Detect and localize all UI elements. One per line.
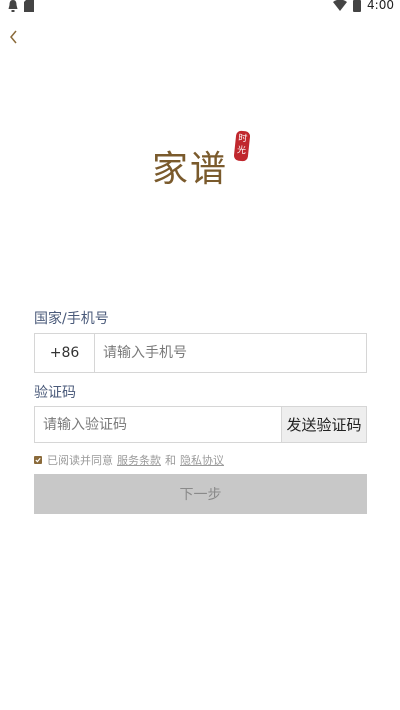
next-button[interactable]: 下一步 <box>34 474 367 514</box>
phone-label: 国家/手机号 <box>34 311 109 327</box>
app-logo: 家谱 时光 <box>150 130 251 190</box>
agree-checkbox[interactable] <box>34 456 42 464</box>
code-label: 验证码 <box>34 385 76 401</box>
code-field-group: 发送验证码 <box>34 406 367 443</box>
sd-card-icon <box>24 0 34 12</box>
agree-text: 已阅读并同意 <box>47 454 113 467</box>
agreement-row: 已阅读并同意 服务条款 和 隐私协议 <box>34 452 228 468</box>
wifi-icon <box>333 0 348 11</box>
logo-seal: 时光 <box>233 130 251 162</box>
battery-icon <box>353 0 362 12</box>
phone-input[interactable] <box>95 334 366 372</box>
verification-code-input[interactable] <box>35 407 281 442</box>
phone-field-group: +86 <box>34 333 367 373</box>
privacy-link[interactable]: 隐私协议 <box>180 452 224 468</box>
logo-text: 家谱 <box>152 149 229 190</box>
status-bar: 4:00 <box>0 0 400 14</box>
notification-icon <box>8 0 18 12</box>
back-button[interactable] <box>6 28 22 46</box>
country-code-selector[interactable]: +86 <box>35 334 95 372</box>
and-text: 和 <box>165 454 176 467</box>
send-code-button[interactable]: 发送验证码 <box>281 407 366 442</box>
checkmark-icon <box>35 457 41 463</box>
chevron-left-icon <box>10 30 17 44</box>
status-time: 4:00 <box>367 0 394 12</box>
terms-link[interactable]: 服务条款 <box>117 452 161 468</box>
